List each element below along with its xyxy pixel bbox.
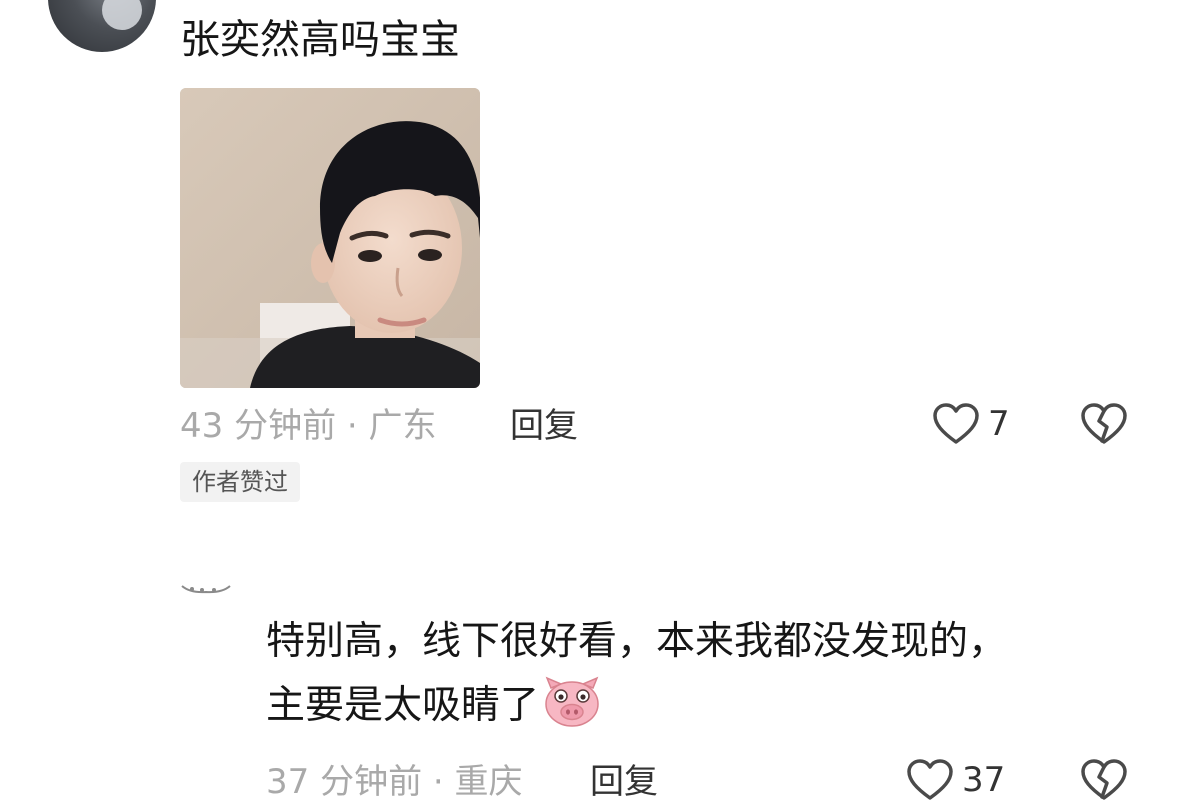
avatar-detail bbox=[102, 0, 142, 30]
comment-text-line: 特别高，线下很好看，本来我都没发现的， bbox=[266, 619, 1008, 664]
like-button[interactable]: 37 bbox=[906, 758, 1005, 802]
comment-time-location: 37 分钟前 · 重庆 bbox=[266, 762, 523, 802]
broken-heart-icon bbox=[1081, 403, 1127, 444]
comment-text-line-content: 主要是太吸睛了 bbox=[266, 683, 540, 728]
avatar[interactable] bbox=[48, 0, 156, 52]
like-count: 37 bbox=[962, 760, 1006, 800]
dislike-button[interactable] bbox=[1080, 758, 1128, 802]
broken-heart-icon bbox=[1081, 759, 1127, 800]
reply-button[interactable]: 回复 bbox=[590, 762, 658, 802]
boy-portrait-photo bbox=[180, 88, 480, 388]
comment-photo[interactable] bbox=[180, 88, 480, 388]
avatar[interactable] bbox=[180, 584, 232, 594]
dislike-button[interactable] bbox=[1080, 402, 1128, 450]
comment-thread: 张奕然高吗宝宝 43 分钟前 · 广东 回复 7 作者赞过 特别高，线下很好看，… bbox=[0, 0, 1179, 802]
pig-face-emoji bbox=[545, 676, 599, 727]
heart-outline-icon bbox=[933, 403, 979, 444]
comment-time-location: 43 分钟前 · 广东 bbox=[180, 406, 437, 446]
heart-outline-icon bbox=[907, 759, 953, 800]
comment-text: 特别高，线下很好看，本来我都没发现的， 主要是太吸睛了 bbox=[266, 610, 1146, 738]
like-count: 7 bbox=[988, 404, 1010, 444]
reply-button[interactable]: 回复 bbox=[510, 406, 578, 446]
comment-text: 张奕然高吗宝宝 bbox=[180, 17, 460, 63]
comment-text-line: 主要是太吸睛了 bbox=[266, 674, 1146, 738]
like-button[interactable]: 7 bbox=[932, 402, 1010, 446]
author-liked-badge: 作者赞过 bbox=[180, 462, 300, 502]
